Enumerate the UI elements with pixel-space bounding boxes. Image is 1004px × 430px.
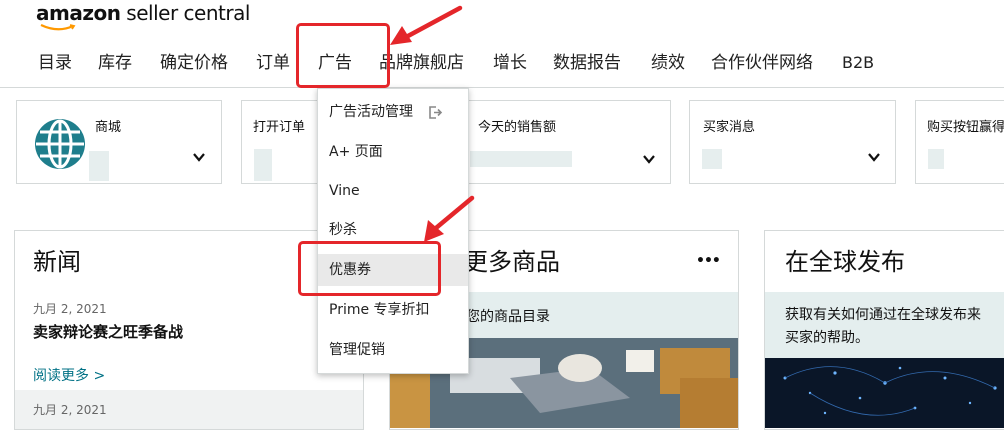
buyer-messages-value-blurred	[702, 149, 722, 169]
nav-orders[interactable]: 订单	[256, 50, 290, 76]
chevron-down-icon[interactable]	[642, 152, 656, 166]
global-banner-text: 获取有关如何通过在全球发布来	[785, 307, 981, 323]
menu-item-a-plus-content[interactable]: A+ 页面	[318, 136, 468, 168]
nav-b2b[interactable]: B2B	[842, 50, 874, 76]
more-options-icon[interactable]: •••	[696, 253, 721, 269]
annotation-arrow-icon	[390, 5, 463, 45]
external-link-icon	[429, 106, 443, 119]
global-banner: 获取有关如何通过在全球发布来 买家的帮助。	[765, 292, 1004, 358]
widget-marketplace[interactable]: 商城	[16, 100, 222, 184]
nav-stores[interactable]: 品牌旗舰店	[379, 50, 464, 76]
more-products-title: 更多商品	[464, 248, 560, 276]
widget-buyer-messages[interactable]: 买家消息	[689, 100, 896, 184]
menu-item-campaign-manager[interactable]: 广告活动管理	[318, 96, 468, 128]
nav-pricing[interactable]: 确定价格	[160, 50, 228, 76]
news-second-item: 九月 2, 2021	[15, 390, 363, 429]
menu-item-manage-promotions[interactable]: 管理促销	[318, 334, 468, 366]
world-lights-photo	[765, 358, 1004, 428]
widget-buyer-messages-title: 买家消息	[703, 120, 756, 135]
nav-growth[interactable]: 增长	[493, 50, 527, 76]
widget-buy-box-title: 购买按钮赢得	[927, 120, 1004, 135]
chevron-down-icon[interactable]	[867, 150, 881, 164]
news-date: 九月 2, 2021	[33, 403, 107, 417]
widget-todays-sales-title: 今天的销售额	[478, 120, 557, 135]
menu-item-prime-discounts[interactable]: Prime 专享折扣	[318, 294, 468, 326]
news-date: 九月 2, 2021	[33, 302, 107, 316]
annotation-arrow-icon	[424, 195, 475, 242]
read-more-link[interactable]: 阅读更多 >	[33, 365, 105, 385]
nav-performance[interactable]: 绩效	[651, 50, 685, 76]
nav-catalog[interactable]: 目录	[38, 50, 72, 76]
annotation-box-advertising	[296, 23, 390, 88]
amazon-seller-central-logo[interactable]: amazon seller central	[36, 0, 250, 26]
nav-inventory[interactable]: 库存	[98, 50, 132, 76]
global-title: 在全球发布	[785, 248, 905, 276]
globe-icon	[35, 119, 85, 169]
global-card: 在全球发布 获取有关如何通过在全球发布来 买家的帮助。	[764, 230, 1004, 430]
chevron-down-icon[interactable]	[192, 150, 206, 164]
open-orders-value-blurred	[254, 149, 272, 181]
marketplace-value-blurred	[89, 151, 109, 181]
news-headline[interactable]: 卖家辩论赛之旺季备战	[33, 321, 183, 342]
widget-marketplace-title: 商城	[95, 120, 122, 135]
nav-partner-network[interactable]: 合作伙伴网络	[711, 50, 813, 76]
buy-box-value-blurred	[928, 149, 944, 169]
news-title: 新闻	[33, 248, 81, 276]
widget-buy-box[interactable]: 购买按钮赢得	[915, 100, 1004, 184]
global-banner-text-2: 买家的帮助。	[785, 330, 869, 346]
nav-reports[interactable]: 数据报告	[553, 50, 621, 76]
widget-todays-sales[interactable]: 今天的销售额	[463, 100, 671, 184]
todays-sales-value-blurred	[470, 151, 572, 167]
widget-open-orders-title: 打开订单	[253, 120, 306, 135]
header-divider	[0, 87, 1004, 88]
more-products-banner-text: 您的商品目录	[466, 309, 550, 325]
amazon-smile-icon	[40, 24, 76, 31]
